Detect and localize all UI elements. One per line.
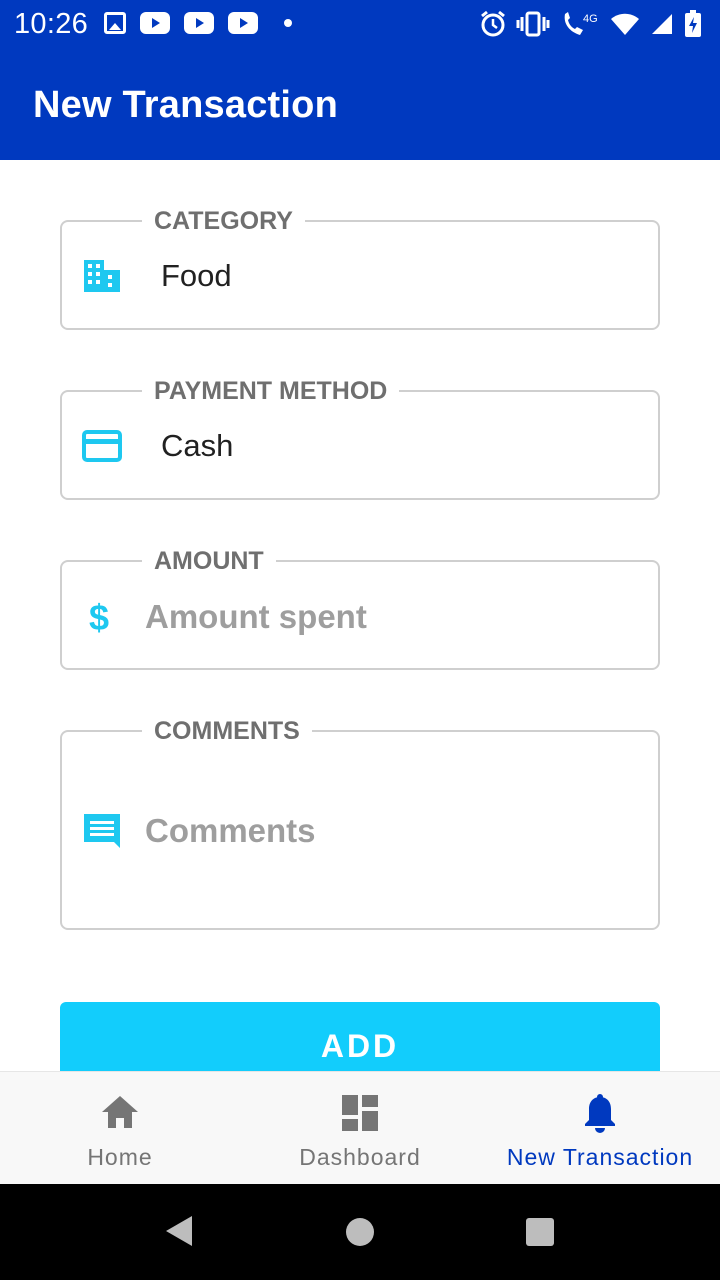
bottom-navigation: Home Dashboard New Transaction — [0, 1071, 720, 1184]
battery-icon — [685, 10, 701, 37]
nav-label-home: Home — [87, 1144, 153, 1170]
home-circle-icon[interactable] — [345, 1217, 375, 1247]
svg-text:$: $ — [89, 598, 109, 636]
payment-method-label: PAYMENT METHOD — [142, 376, 400, 406]
alarm-icon — [481, 10, 505, 37]
youtube-icon — [228, 12, 258, 34]
nav-label-dashboard: Dashboard — [299, 1144, 421, 1170]
nav-item-home[interactable]: Home — [0, 1072, 240, 1185]
wifi-icon — [611, 13, 639, 35]
dot-icon — [284, 19, 292, 27]
comments-label: COMMENTS — [142, 716, 312, 746]
status-time: 10:26 — [14, 8, 89, 40]
app-bar: New Transaction — [0, 50, 720, 160]
payment-method-value: Cash — [161, 428, 234, 463]
dollar-icon: $ — [89, 598, 109, 636]
nav-item-dashboard[interactable]: Dashboard — [240, 1072, 480, 1185]
image-icon — [104, 12, 126, 34]
comment-icon — [84, 814, 120, 848]
category-label: CATEGORY — [142, 206, 305, 236]
nav-item-new-transaction[interactable]: New Transaction — [480, 1072, 720, 1185]
comments-field[interactable]: COMMENTS Comments — [60, 716, 660, 930]
vibrate-icon — [516, 11, 550, 37]
status-bar: 10:26 4G — [0, 0, 720, 50]
amount-label: AMOUNT — [142, 546, 276, 576]
call-icon: 4G — [564, 12, 598, 35]
building-icon — [84, 260, 120, 292]
comments-input[interactable]: Comments — [145, 812, 316, 850]
network-type-label: 4G — [583, 13, 598, 25]
payment-method-field[interactable]: PAYMENT METHOD Cash — [60, 376, 660, 500]
category-value: Food — [161, 258, 232, 293]
signal-icon — [652, 14, 672, 34]
youtube-icon — [184, 12, 214, 34]
notification-icons — [104, 12, 292, 34]
amount-input[interactable]: Amount spent — [145, 598, 367, 636]
screen: 10:26 4G New Transaction CATEGORY Food P… — [0, 0, 720, 1280]
credit-card-icon — [82, 430, 122, 462]
bell-icon — [585, 1094, 615, 1133]
category-field[interactable]: CATEGORY Food — [60, 206, 660, 330]
dashboard-icon — [342, 1095, 378, 1131]
nav-label-new-transaction: New Transaction — [506, 1144, 694, 1170]
home-icon — [102, 1096, 138, 1128]
amount-field[interactable]: AMOUNT $ Amount spent — [60, 546, 660, 670]
system-status-icons: 4G — [480, 10, 702, 38]
youtube-icon — [140, 12, 170, 34]
page-title: New Transaction — [33, 84, 338, 126]
back-icon[interactable] — [164, 1214, 194, 1248]
recents-icon[interactable] — [525, 1217, 555, 1247]
system-navigation-bar — [0, 1184, 720, 1280]
